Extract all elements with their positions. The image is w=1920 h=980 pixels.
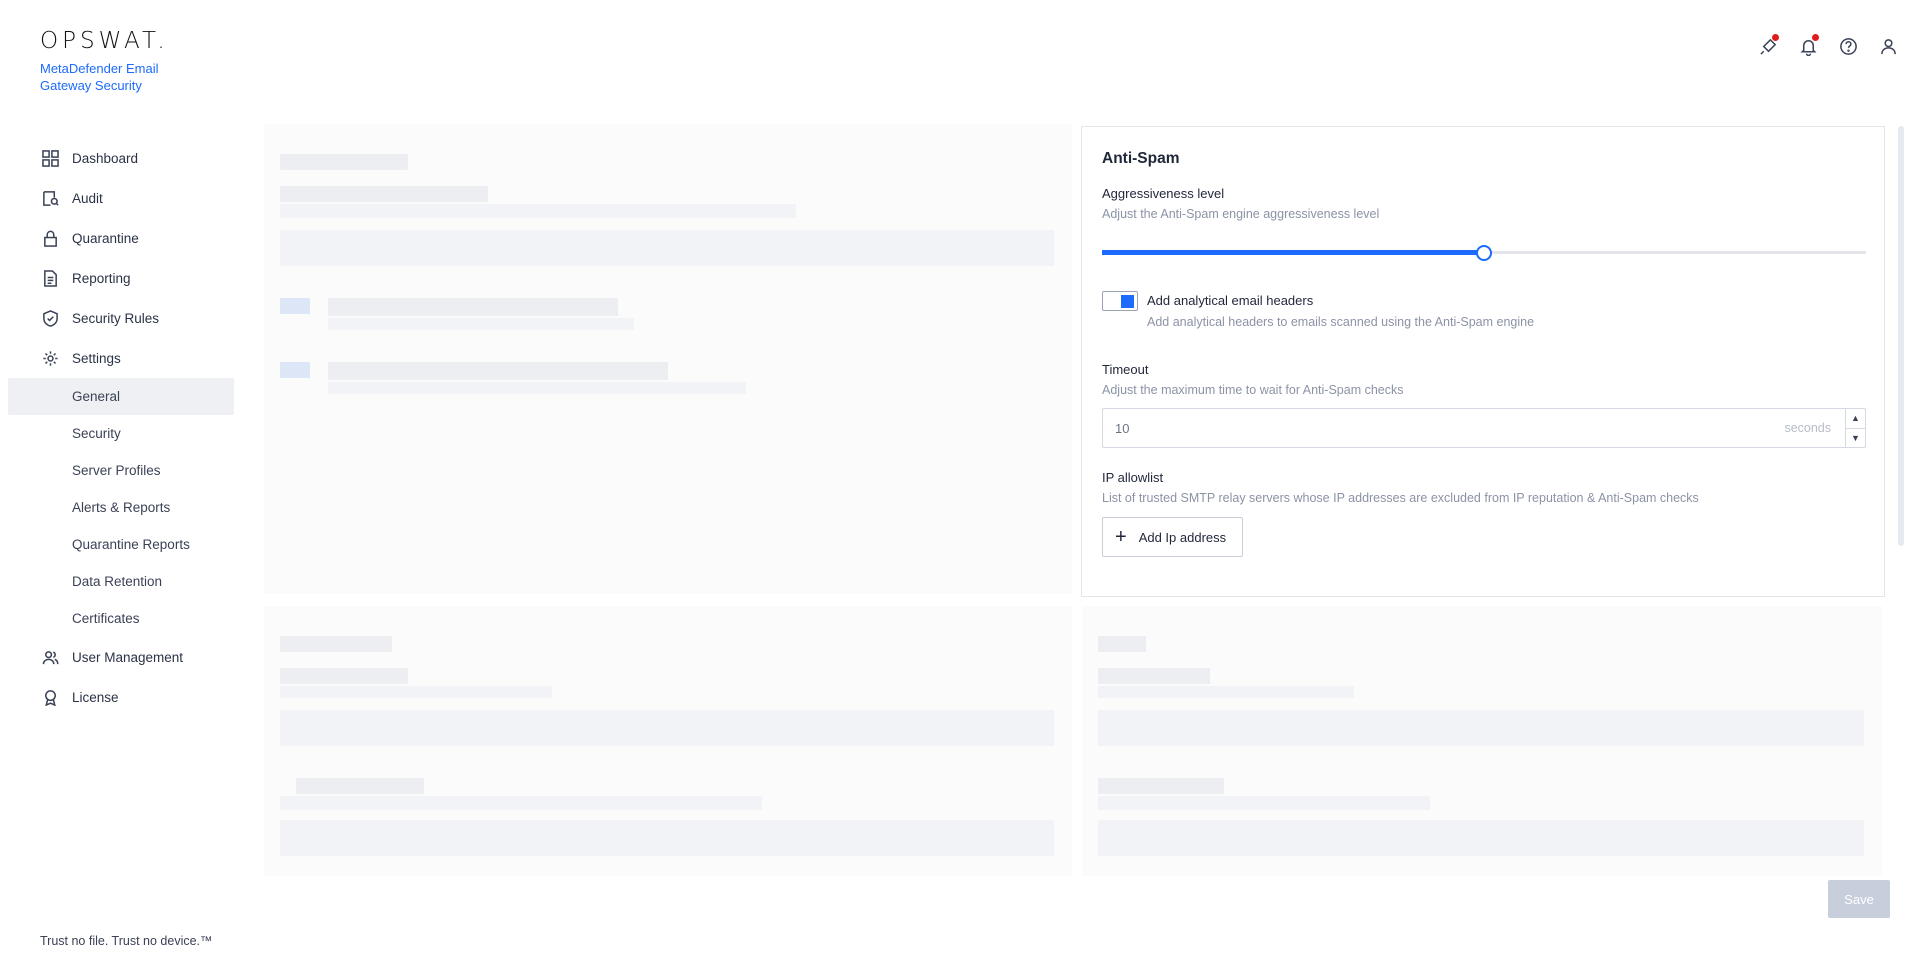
add-ip-address-label: Add Ip address bbox=[1138, 529, 1227, 545]
top-toolbar bbox=[1758, 34, 1898, 56]
blurred-block bbox=[280, 796, 762, 810]
blurred-block bbox=[280, 154, 408, 170]
sub-item-data-retention[interactable]: Data Retention bbox=[8, 563, 234, 600]
brand-logo[interactable]: OPSWAT. MetaDefender Email Gateway Secur… bbox=[40, 28, 180, 94]
plus-icon: + bbox=[1115, 526, 1127, 548]
sub-item-quarantine-reports[interactable]: Quarantine Reports bbox=[8, 526, 234, 563]
add-ip-address-button[interactable]: + Add Ip address bbox=[1102, 517, 1244, 557]
plug-icon[interactable] bbox=[1758, 34, 1779, 56]
blurred-block bbox=[280, 204, 796, 218]
blurred-block bbox=[280, 820, 1054, 856]
blurred-block bbox=[1098, 820, 1864, 856]
blurred-block bbox=[1098, 710, 1864, 746]
anti-spam-card: Anti-Spam Aggressiveness level Adjust th… bbox=[1081, 126, 1885, 597]
nav-item-user-management[interactable]: User Management bbox=[8, 637, 234, 677]
card-title: Anti-Spam bbox=[1102, 150, 1180, 167]
nav-item-quarantine[interactable]: Quarantine bbox=[8, 218, 234, 258]
alert-dot bbox=[1772, 34, 1779, 41]
vertical-scrollbar[interactable] bbox=[1898, 126, 1904, 546]
badge-icon bbox=[41, 688, 59, 706]
sub-item-security[interactable]: Security bbox=[8, 415, 234, 452]
gear-icon bbox=[41, 349, 59, 367]
nav-item-audit[interactable]: Audit bbox=[8, 178, 234, 218]
ip-allowlist-label: IP allowlist bbox=[1102, 470, 1164, 485]
alert-dot bbox=[1812, 34, 1819, 41]
timeout-help: Adjust the maximum time to wait for Anti… bbox=[1102, 383, 1404, 397]
blurred-block bbox=[1098, 636, 1146, 652]
ip-allowlist-help: List of trusted SMTP relay servers whose… bbox=[1102, 491, 1699, 505]
nav-item-label: Audit bbox=[72, 190, 103, 206]
blurred-block bbox=[280, 362, 310, 378]
blurred-block bbox=[1098, 668, 1210, 684]
blurred-block bbox=[1098, 796, 1430, 810]
nav-item-settings[interactable]: Settings bbox=[8, 338, 234, 378]
timeout-field[interactable]: 10 seconds ▲ ▼ bbox=[1102, 408, 1866, 448]
nav-item-license[interactable]: License bbox=[8, 677, 234, 717]
nav-item-label: Dashboard bbox=[72, 150, 139, 166]
blurred-block bbox=[280, 686, 552, 698]
blurred-block bbox=[280, 230, 1054, 266]
bell-icon[interactable] bbox=[1798, 34, 1819, 56]
blurred-block bbox=[280, 298, 310, 314]
sub-item-general[interactable]: General bbox=[8, 378, 234, 415]
analytical-headers-label: Add analytical email headers bbox=[1147, 293, 1314, 308]
sidebar: OPSWAT. MetaDefender Email Gateway Secur… bbox=[0, 0, 250, 980]
nav-item-security-rules[interactable]: Security Rules bbox=[8, 298, 234, 338]
lock-icon bbox=[41, 229, 59, 247]
nav-item-label: Reporting bbox=[72, 270, 131, 286]
aggressiveness-slider[interactable] bbox=[1102, 245, 1866, 261]
nav-item-label: Settings bbox=[72, 350, 121, 366]
timeout-label: Timeout bbox=[1102, 362, 1149, 377]
nav-item-dashboard[interactable]: Dashboard bbox=[8, 138, 234, 178]
blurred-block bbox=[280, 186, 488, 202]
aggressiveness-label: Aggressiveness level bbox=[1102, 186, 1225, 201]
nav-item-label: Quarantine bbox=[72, 230, 139, 246]
main-nav: Dashboard Audit Quarantine Reporting Sec… bbox=[8, 138, 234, 717]
sub-item-alerts-reports[interactable]: Alerts & Reports bbox=[8, 489, 234, 526]
blurred-block bbox=[280, 710, 1054, 746]
analytical-headers-help: Add analytical headers to emails scanned… bbox=[1147, 315, 1535, 329]
blurred-block bbox=[328, 298, 618, 316]
slider-fill bbox=[1102, 250, 1484, 255]
timeout-stepper: ▲ ▼ bbox=[1845, 409, 1865, 447]
blurred-block bbox=[328, 362, 668, 380]
increment-chevron-up-icon[interactable]: ▲ bbox=[1846, 409, 1865, 429]
nav-item-label: User Management bbox=[72, 649, 184, 665]
nav-item-label: License bbox=[72, 689, 119, 705]
nav-item-label: Security Rules bbox=[72, 310, 160, 326]
dashboard-grid-icon bbox=[41, 149, 59, 167]
blurred-block bbox=[328, 382, 746, 394]
blurred-block bbox=[296, 778, 424, 794]
user-icon[interactable] bbox=[1878, 36, 1898, 56]
decrement-chevron-down-icon[interactable]: ▼ bbox=[1846, 429, 1865, 448]
audit-icon bbox=[41, 189, 59, 207]
logo-wordmark: OPSWAT. bbox=[40, 28, 169, 54]
timeout-unit: seconds bbox=[1784, 421, 1831, 435]
sub-item-certificates[interactable]: Certificates bbox=[8, 600, 234, 637]
blurred-block bbox=[280, 636, 392, 652]
help-icon[interactable] bbox=[1838, 36, 1858, 56]
blurred-block bbox=[328, 318, 634, 330]
product-name: MetaDefender Email Gateway Security bbox=[40, 61, 159, 93]
slider-thumb[interactable] bbox=[1476, 245, 1492, 261]
blurred-block bbox=[1098, 686, 1354, 698]
analytical-headers-toggle[interactable] bbox=[1102, 291, 1138, 311]
sub-item-server-profiles[interactable]: Server Profiles bbox=[8, 452, 234, 489]
nav-item-reporting[interactable]: Reporting bbox=[8, 258, 234, 298]
shield-check-icon bbox=[41, 309, 59, 327]
toggle-knob bbox=[1121, 295, 1134, 308]
save-button[interactable]: Save bbox=[1828, 880, 1890, 918]
timeout-value[interactable]: 10 bbox=[1103, 421, 1784, 436]
tagline: Trust no file. Trust no device.™ bbox=[40, 934, 213, 948]
users-icon bbox=[41, 648, 59, 666]
blurred-block bbox=[1098, 778, 1224, 794]
document-icon bbox=[41, 269, 59, 287]
aggressiveness-help: Adjust the Anti-Spam engine aggressivene… bbox=[1102, 207, 1380, 221]
blurred-block bbox=[280, 668, 408, 684]
